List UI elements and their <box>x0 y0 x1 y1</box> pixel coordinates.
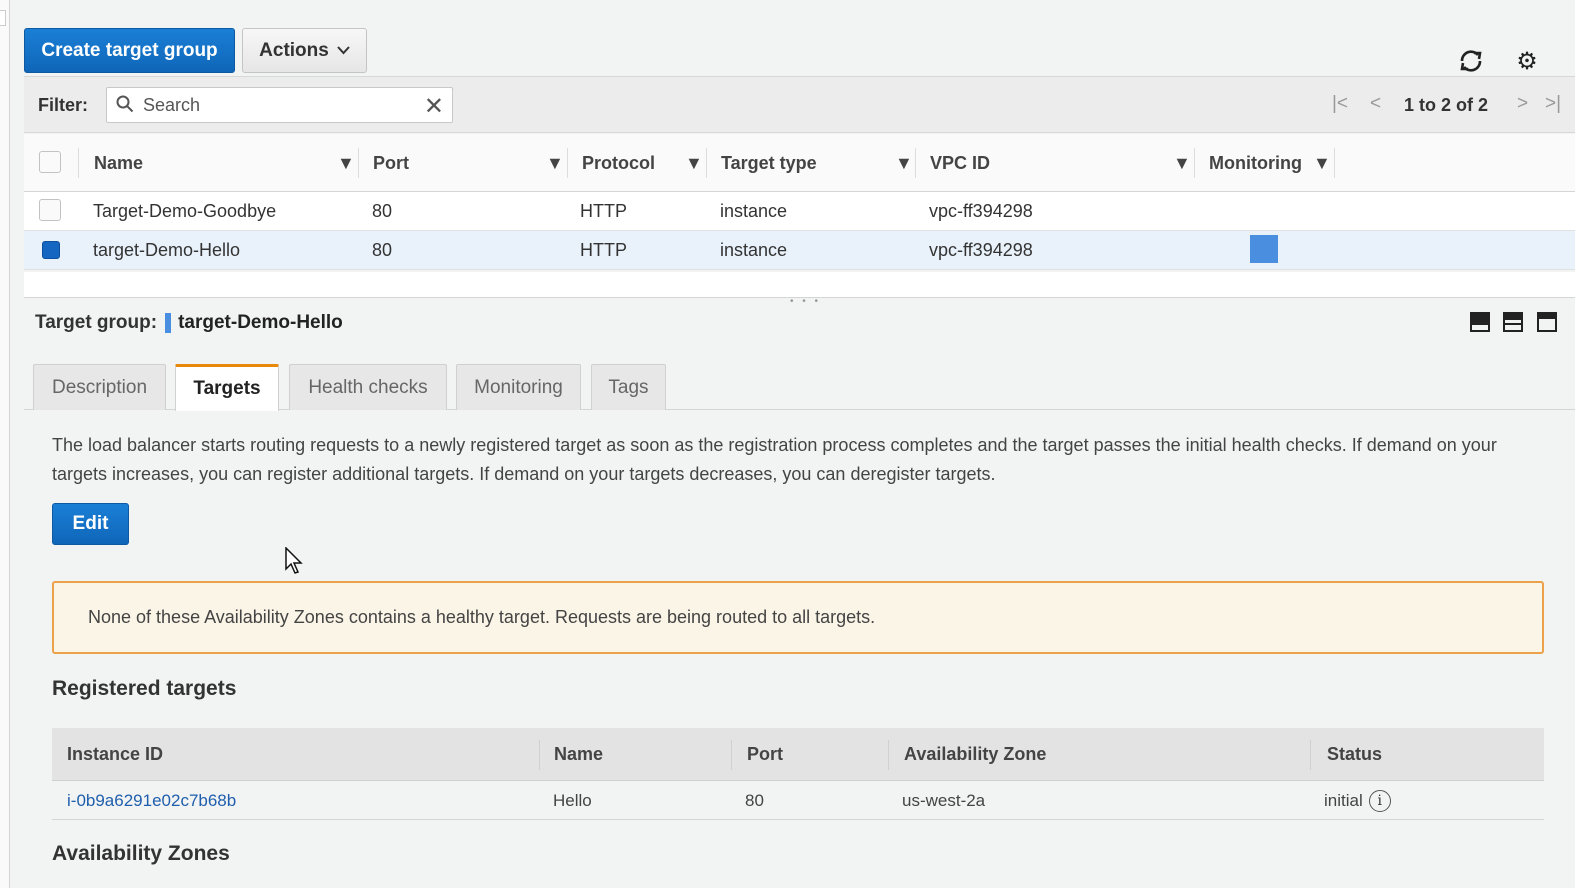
row-protocol: HTTP <box>580 201 627 221</box>
column-name[interactable]: Name <box>94 134 143 192</box>
table-footer <box>24 272 1575 298</box>
detail-label: Target group: <box>35 312 158 333</box>
first-page-icon[interactable]: |< <box>1332 93 1348 115</box>
target-availability-zone: us-west-2a <box>902 790 986 810</box>
sort-target-type-icon[interactable]: ▼ <box>895 134 913 192</box>
table-header: Instance ID Name Port Availability Zone … <box>52 728 1544 781</box>
row-protocol: HTTP <box>580 240 627 260</box>
info-icon[interactable]: i <box>1368 789 1391 812</box>
table-row[interactable]: Target-Demo-Goodbye 80 HTTP instance vpc… <box>24 192 1575 231</box>
row-checkbox[interactable] <box>39 199 61 221</box>
targets-tab-content: The load balancer starts routing request… <box>24 411 1575 888</box>
select-all-checkbox[interactable] <box>39 151 61 173</box>
column-status: Status <box>1327 744 1383 764</box>
chevron-down-icon <box>337 46 350 55</box>
tab-tags[interactable]: Tags <box>591 364 666 410</box>
table-header: Name ▼ Port ▼ Protocol ▼ Target type ▼ V… <box>24 134 1575 192</box>
row-port: 80 <box>372 240 393 260</box>
clear-search-icon[interactable]: ✕ <box>424 92 444 121</box>
edit-button[interactable]: Edit <box>52 503 129 545</box>
create-target-group-button[interactable]: Create target group <box>24 28 235 73</box>
targets-description: The load balancer starts routing request… <box>52 435 1497 484</box>
column-port: Port <box>747 744 783 764</box>
row-name: target-Demo-Hello <box>93 240 241 260</box>
layout-split-pane-icon[interactable] <box>1503 312 1523 332</box>
availability-zones-heading: Availability Zones <box>52 842 230 865</box>
column-protocol[interactable]: Protocol <box>582 134 655 192</box>
detail-tabs: Description Targets Health checks Monito… <box>24 364 1575 411</box>
refresh-icon[interactable] <box>1456 46 1486 76</box>
filter-bar: Filter: ✕ |< < 1 to 2 of 2 > >| <box>24 76 1575 133</box>
layout-top-pane-icon[interactable] <box>1537 312 1557 332</box>
mouse-cursor-icon <box>285 547 303 574</box>
row-target-type: instance <box>720 240 788 260</box>
warning-banner: None of these Availability Zones contain… <box>52 581 1544 654</box>
search-box: ✕ <box>106 87 453 123</box>
search-icon <box>116 95 134 113</box>
row-target-type: instance <box>720 201 788 221</box>
target-port: 80 <box>745 790 764 810</box>
target-name: Hello <box>553 790 592 810</box>
tab-targets[interactable]: Targets <box>175 364 279 411</box>
instance-id-link[interactable]: i-0b9a6291e02c7b68b <box>67 781 236 820</box>
row-checkbox-checked[interactable] <box>42 241 60 259</box>
column-instance-id: Instance ID <box>67 744 164 764</box>
monitoring-chart-icon[interactable] <box>1250 235 1278 263</box>
nav-toggle[interactable] <box>0 10 6 26</box>
row-vpc-id: vpc-ff394298 <box>929 201 1033 221</box>
column-vpc-id[interactable]: VPC ID <box>930 134 990 192</box>
pane-resize-handle[interactable]: • • • <box>790 296 821 307</box>
row-name: Target-Demo-Goodbye <box>93 201 277 221</box>
column-availability-zone: Availability Zone <box>904 744 1047 764</box>
previous-page-icon[interactable]: < <box>1370 93 1381 115</box>
tab-description[interactable]: Description <box>33 364 166 410</box>
status-text: initial <box>1324 790 1363 810</box>
pagination-text: 1 to 2 of 2 <box>1404 95 1489 115</box>
sort-protocol-icon[interactable]: ▼ <box>685 134 703 192</box>
left-nav-collapsed <box>0 0 10 888</box>
sort-monitoring-icon[interactable]: ▼ <box>1313 134 1331 192</box>
actions-label: Actions <box>259 39 329 61</box>
sort-name-icon[interactable]: ▼ <box>337 134 355 192</box>
sort-vpc-id-icon[interactable]: ▼ <box>1173 134 1191 192</box>
column-monitoring[interactable]: Monitoring <box>1209 134 1302 192</box>
sort-port-icon[interactable]: ▼ <box>546 134 564 192</box>
registered-targets-heading: Registered targets <box>52 677 237 700</box>
detail-title: Target group: target-Demo-Hello <box>35 312 343 334</box>
selection-marker <box>165 313 172 333</box>
warning-text: None of these Availability Zones contain… <box>88 607 876 627</box>
row-vpc-id: vpc-ff394298 <box>929 240 1033 260</box>
layout-bottom-pane-icon[interactable] <box>1470 312 1490 332</box>
column-name: Name <box>554 744 604 764</box>
table-row-selected[interactable]: target-Demo-Hello 80 HTTP instance vpc-f… <box>24 231 1575 270</box>
registered-targets-table: Instance ID Name Port Availability Zone … <box>52 728 1544 820</box>
table-row: i-0b9a6291e02c7b68b Hello 80 us-west-2a … <box>52 781 1544 820</box>
column-port[interactable]: Port <box>373 134 409 192</box>
last-page-icon[interactable]: >| <box>1545 93 1561 115</box>
target-status: initial i <box>1324 781 1391 820</box>
target-groups-table: Name ▼ Port ▼ Protocol ▼ Target type ▼ V… <box>24 134 1575 270</box>
row-port: 80 <box>372 201 393 221</box>
gear-icon[interactable]: ⚙ <box>1512 46 1542 76</box>
search-input[interactable] <box>143 94 413 116</box>
toolbar: Create target group Actions ⚙ <box>24 28 1575 76</box>
tab-health-checks[interactable]: Health checks <box>289 364 447 410</box>
actions-dropdown[interactable]: Actions <box>242 28 367 73</box>
filter-label: Filter: <box>38 95 89 115</box>
tab-monitoring[interactable]: Monitoring <box>456 364 581 410</box>
next-page-icon[interactable]: > <box>1517 93 1528 115</box>
column-target-type[interactable]: Target type <box>721 134 817 192</box>
detail-target-group-name: target-Demo-Hello <box>178 312 343 333</box>
